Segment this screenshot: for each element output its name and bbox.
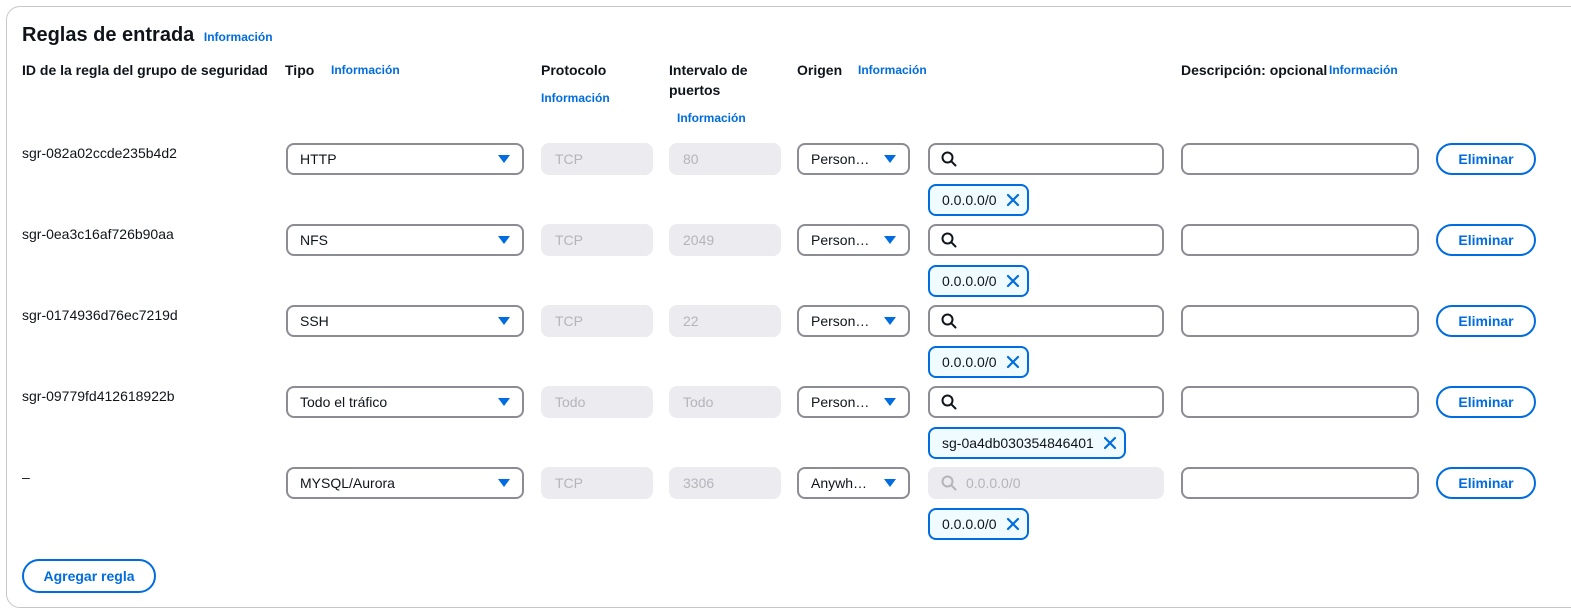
description-input[interactable] — [1181, 224, 1419, 256]
port-range-field: 2049 — [669, 224, 781, 256]
caret-down-icon — [884, 155, 896, 163]
caret-down-icon — [884, 398, 896, 406]
header-port-range-line2: puertos — [669, 82, 721, 98]
protocol-field: TCP — [541, 224, 653, 256]
rule-id: sgr-0174936d76ec7219d — [22, 307, 178, 323]
port-range-field: 3306 — [669, 467, 781, 499]
rule-id: sgr-082a02ccde235b4d2 — [22, 145, 177, 161]
protocol-field: Todo — [541, 386, 653, 418]
description-input[interactable] — [1181, 143, 1419, 175]
source-token: 0.0.0.0/0 — [928, 508, 1029, 540]
delete-rule-button[interactable]: Eliminar — [1436, 467, 1536, 499]
search-icon — [941, 232, 957, 248]
source-search-input[interactable] — [928, 386, 1164, 418]
type-select[interactable]: SSH — [286, 305, 524, 337]
source-search-input[interactable] — [928, 305, 1164, 337]
source-type-select[interactable]: Person… — [797, 305, 910, 337]
source-token: sg-0a4db030354846401 — [928, 427, 1126, 459]
close-icon[interactable] — [1005, 192, 1021, 208]
header-type: Tipo — [285, 62, 315, 78]
type-select[interactable]: Todo el tráfico — [286, 386, 524, 418]
header-rule-id: ID de la regla del grupo de seguridad — [22, 62, 268, 78]
rule-id: – — [22, 469, 30, 485]
close-icon[interactable] — [1005, 354, 1021, 370]
source-search-input[interactable] — [928, 143, 1164, 175]
source-type-select[interactable]: Person… — [797, 143, 910, 175]
caret-down-icon — [884, 236, 896, 244]
source-search-input[interactable] — [928, 224, 1164, 256]
protocol-field: TCP — [541, 305, 653, 337]
description-input[interactable] — [1181, 386, 1419, 418]
header-protocol: Protocolo — [541, 62, 607, 78]
source-type-select[interactable]: Person… — [797, 224, 910, 256]
caret-down-icon — [498, 398, 510, 406]
search-icon — [941, 151, 957, 167]
source-search-input: 0.0.0.0/0 — [928, 467, 1164, 499]
port-range-field: 22 — [669, 305, 781, 337]
description-input[interactable] — [1181, 305, 1419, 337]
port-range-field: 80 — [669, 143, 781, 175]
source-token: 0.0.0.0/0 — [928, 265, 1029, 297]
delete-rule-button[interactable]: Eliminar — [1436, 224, 1536, 256]
search-icon — [941, 394, 957, 410]
section-info-link[interactable]: Información — [204, 30, 273, 44]
port-range-field: Todo — [669, 386, 781, 418]
search-icon — [941, 313, 957, 329]
type-select[interactable]: NFS — [286, 224, 524, 256]
section-title: Reglas de entrada Información — [22, 24, 273, 46]
description-input[interactable] — [1181, 467, 1419, 499]
caret-down-icon — [884, 317, 896, 325]
rule-id: sgr-0ea3c16af726b90aa — [22, 226, 174, 242]
caret-down-icon — [498, 155, 510, 163]
protocol-field: TCP — [541, 467, 653, 499]
protocol-field: TCP — [541, 143, 653, 175]
close-icon[interactable] — [1102, 435, 1118, 451]
header-source: Origen — [797, 62, 843, 78]
add-rule-button[interactable]: Agregar regla — [22, 559, 156, 593]
delete-rule-button[interactable]: Eliminar — [1436, 143, 1536, 175]
header-type-info-link[interactable]: Información — [331, 63, 400, 77]
caret-down-icon — [498, 236, 510, 244]
source-type-select[interactable]: Person… — [797, 386, 910, 418]
caret-down-icon — [884, 479, 896, 487]
search-icon — [941, 475, 957, 491]
caret-down-icon — [498, 317, 510, 325]
header-port-range-info-link[interactable]: Información — [677, 111, 746, 125]
type-select[interactable]: MYSQL/Aurora — [286, 467, 524, 499]
delete-rule-button[interactable]: Eliminar — [1436, 386, 1536, 418]
source-token: 0.0.0.0/0 — [928, 184, 1029, 216]
caret-down-icon — [498, 479, 510, 487]
close-icon[interactable] — [1005, 273, 1021, 289]
type-select[interactable]: HTTP — [286, 143, 524, 175]
source-token: 0.0.0.0/0 — [928, 346, 1029, 378]
header-description: Descripción: opcional — [1181, 62, 1328, 78]
header-port-range-line1: Intervalo de — [669, 62, 748, 78]
rule-id: sgr-09779fd412618922b — [22, 388, 175, 404]
header-protocol-info-link[interactable]: Información — [541, 91, 610, 105]
delete-rule-button[interactable]: Eliminar — [1436, 305, 1536, 337]
close-icon[interactable] — [1005, 516, 1021, 532]
header-description-info-link[interactable]: Información — [1329, 63, 1398, 77]
source-type-select[interactable]: Anywh… — [797, 467, 910, 499]
header-source-info-link[interactable]: Información — [858, 63, 927, 77]
